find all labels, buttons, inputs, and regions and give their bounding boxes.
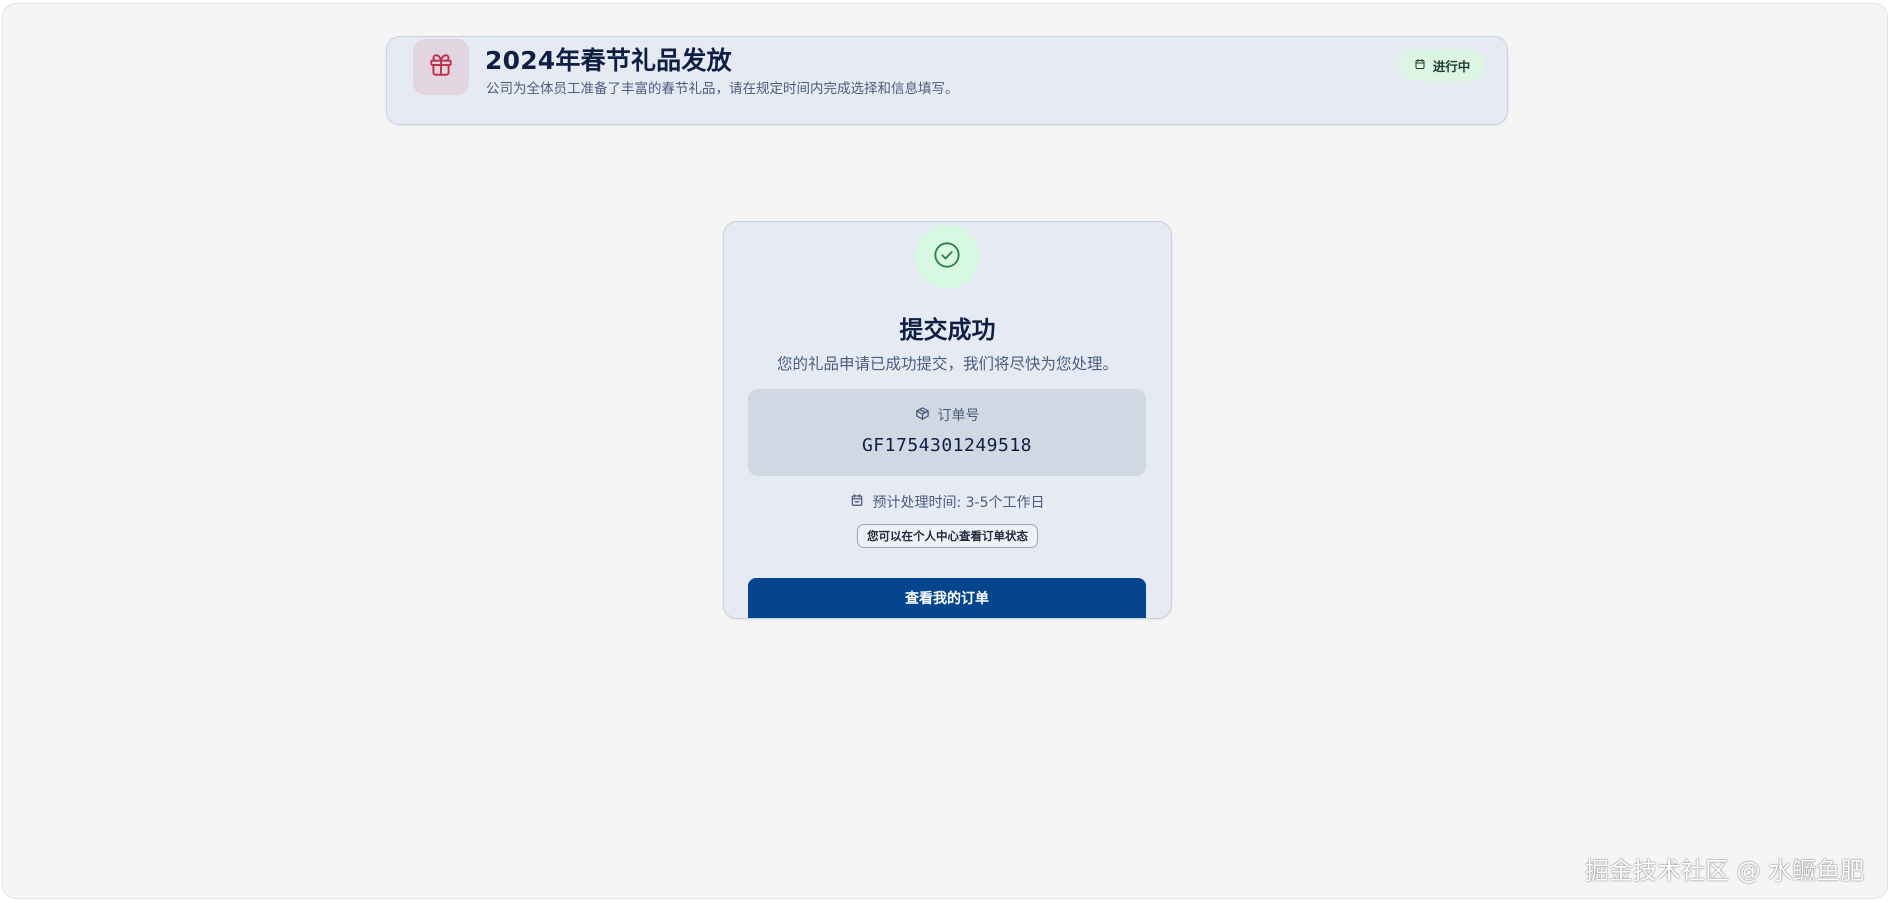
page-subtitle: 公司为全体员工准备了丰富的春节礼品，请在规定时间内完成选择和信息填写。 [486,81,959,97]
success-icon-circle [915,225,979,289]
package-icon [915,406,930,425]
order-number-box: 订单号 GF1754301249518 [748,389,1146,476]
processing-time-row: 预计处理时间: 3-5个工作日 [724,492,1171,512]
app-frame: 2024年春节礼品发放 公司为全体员工准备了丰富的春节礼品，请在规定时间内完成选… [2,3,1888,899]
event-header-card: 2024年春节礼品发放 公司为全体员工准备了丰富的春节礼品，请在规定时间内完成选… [386,36,1508,125]
order-status-hint: 您可以在个人中心查看订单状态 [857,524,1038,548]
check-circle-icon [933,241,961,273]
status-badge: 进行中 [1399,49,1485,81]
success-message: 您的礼品申请已成功提交，我们将尽快为您处理。 [776,355,1118,373]
status-label: 进行中 [1432,58,1471,74]
order-number: GF1754301249518 [861,435,1033,456]
calendar-icon [850,493,864,511]
gift-icon-tile [413,39,469,95]
order-label: 订单号 [937,408,980,424]
gift-icon [428,52,454,82]
order-label-row: 订单号 [748,405,1146,425]
success-card: 提交成功 您的礼品申请已成功提交，我们将尽快为您处理。 订单号 GF175430… [723,221,1172,619]
watermark: 掘金技术社区 @ 水鳜鱼肥 [1585,857,1865,885]
success-title: 提交成功 [899,316,996,344]
calendar-icon [1414,58,1426,73]
processing-time-text: 预计处理时间: 3-5个工作日 [872,495,1045,511]
view-my-orders-button[interactable]: 查看我的订单 [748,578,1146,618]
page-title: 2024年春节礼品发放 [485,46,732,75]
